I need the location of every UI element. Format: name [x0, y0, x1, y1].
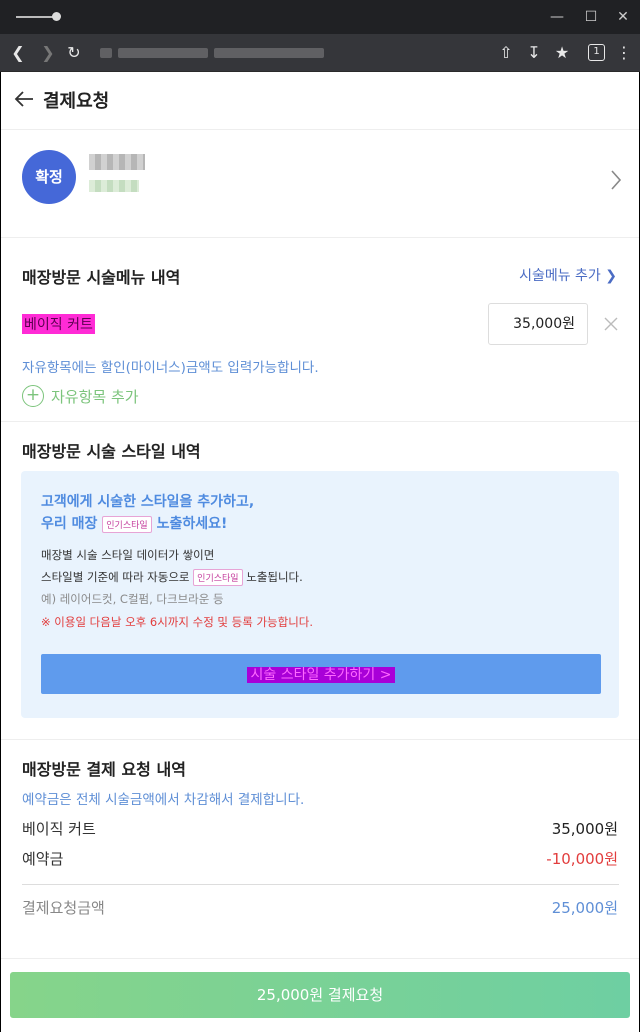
- request-payment-button[interactable]: 25,000원 결제요청: [10, 972, 630, 1018]
- add-style-button[interactable]: 시술 스타일 추가하기 >: [41, 654, 601, 694]
- add-style-button-label: 시술 스타일 추가하기 >: [247, 667, 395, 683]
- browser-back-icon[interactable]: ❮: [8, 43, 28, 63]
- free-item-hint: 자유항목에는 할인(마이너스)금액도 입력가능합니다.: [22, 360, 319, 376]
- minimize-icon[interactable]: —: [548, 8, 566, 26]
- deposit-row-label: 예약금: [22, 850, 64, 868]
- payment-section-title: 매장방문 결제 요청 내역: [22, 760, 186, 779]
- add-menu-link[interactable]: 시술메뉴 추가 ❯: [519, 265, 617, 285]
- page-title: 결제요청: [43, 91, 110, 112]
- promo-line-3: 예) 레이어드컷, C컬펌, 다크브라운 등: [41, 592, 224, 606]
- deposit-row-value: -10,000원: [546, 850, 618, 868]
- style-section-title: 매장방문 시술 스타일 내역: [22, 442, 201, 461]
- window-titlebar: — ☐ ✕: [0, 0, 640, 34]
- page-header: 결제요청: [1, 72, 639, 130]
- menu-item-name: 베이직 커트: [22, 314, 95, 334]
- maximize-icon[interactable]: ☐: [582, 8, 600, 26]
- promo-headline-1: 고객에게 시술한 스타일을 추가하고,: [41, 494, 255, 510]
- window-slider-knob[interactable]: [52, 12, 61, 21]
- promo-line-2: 스타일별 기준에 따라 자동으로 인기스타일 노출됩니다.: [41, 569, 303, 586]
- browser-forward-icon[interactable]: ❯: [38, 43, 58, 63]
- install-icon[interactable]: ↧: [524, 43, 544, 63]
- payment-request-page: 결제요청 확정 매장방문 시술메뉴 내역 시술메뉴 추가 ❯ 베이직 커트 35…: [1, 72, 639, 1032]
- back-arrow-icon[interactable]: [13, 88, 35, 110]
- reload-icon[interactable]: ↻: [64, 43, 84, 63]
- status-badge: 확정: [22, 150, 76, 204]
- window-slider-track: [16, 16, 56, 18]
- payment-row-value: 35,000원: [551, 820, 618, 838]
- bookmark-star-icon[interactable]: ★: [552, 43, 572, 63]
- bottom-bar: 25,000원 결제요청: [1, 958, 639, 1032]
- promo-headline-2: 우리 매장 인기스타일 노출하세요!: [41, 515, 228, 533]
- style-promo-card: 고객에게 시술한 스타일을 추가하고, 우리 매장 인기스타일 노출하세요! 매…: [21, 471, 619, 718]
- popular-style-tag-inline: 인기스타일: [193, 569, 243, 586]
- menu-section-title: 매장방문 시술메뉴 내역: [22, 268, 181, 287]
- browser-toolbar: ❮ ❯ ↻ ⇧ ↧ ★ 1 ⋮: [0, 34, 640, 72]
- remove-item-icon[interactable]: [604, 317, 618, 331]
- tab-count-icon[interactable]: 1: [588, 44, 605, 61]
- shop-subtext-redacted: [89, 180, 139, 192]
- close-window-icon[interactable]: ✕: [614, 8, 632, 26]
- payment-section: 매장방문 결제 요청 내역 예약금은 전체 시술금액에서 차감해서 결제합니다.…: [1, 740, 639, 960]
- deposit-note: 예약금은 전체 시술금액에서 차감해서 결제합니다.: [22, 792, 305, 808]
- total-label: 결제요청금액: [22, 899, 105, 917]
- share-icon[interactable]: ⇧: [496, 43, 516, 63]
- menu-section: 매장방문 시술메뉴 내역 시술메뉴 추가 ❯ 베이직 커트 35,000원 자유…: [1, 238, 639, 422]
- menu-dots-icon[interactable]: ⋮: [614, 43, 634, 63]
- promo-line-4: ※ 이용일 다음날 오후 6시까지 수정 및 등록 가능합니다.: [41, 615, 314, 629]
- payment-row-label: 베이직 커트: [22, 820, 96, 838]
- chevron-right-icon[interactable]: [609, 169, 623, 191]
- promo-line-1: 매장별 시술 스타일 데이터가 쌓이면: [41, 548, 215, 562]
- total-value: 25,000원: [551, 899, 618, 917]
- add-free-item-label: 자유항목 추가: [51, 388, 139, 406]
- shop-summary[interactable]: 확정: [1, 130, 639, 238]
- plus-circle-icon: +: [22, 385, 44, 407]
- menu-item-price-input[interactable]: 35,000원: [488, 303, 588, 345]
- address-bar[interactable]: [100, 45, 470, 61]
- style-section: 매장방문 시술 스타일 내역 고객에게 시술한 스타일을 추가하고, 우리 매장…: [1, 422, 639, 740]
- shop-name-redacted: [89, 154, 145, 170]
- popular-style-tag: 인기스타일: [102, 515, 152, 533]
- divider: [22, 884, 619, 885]
